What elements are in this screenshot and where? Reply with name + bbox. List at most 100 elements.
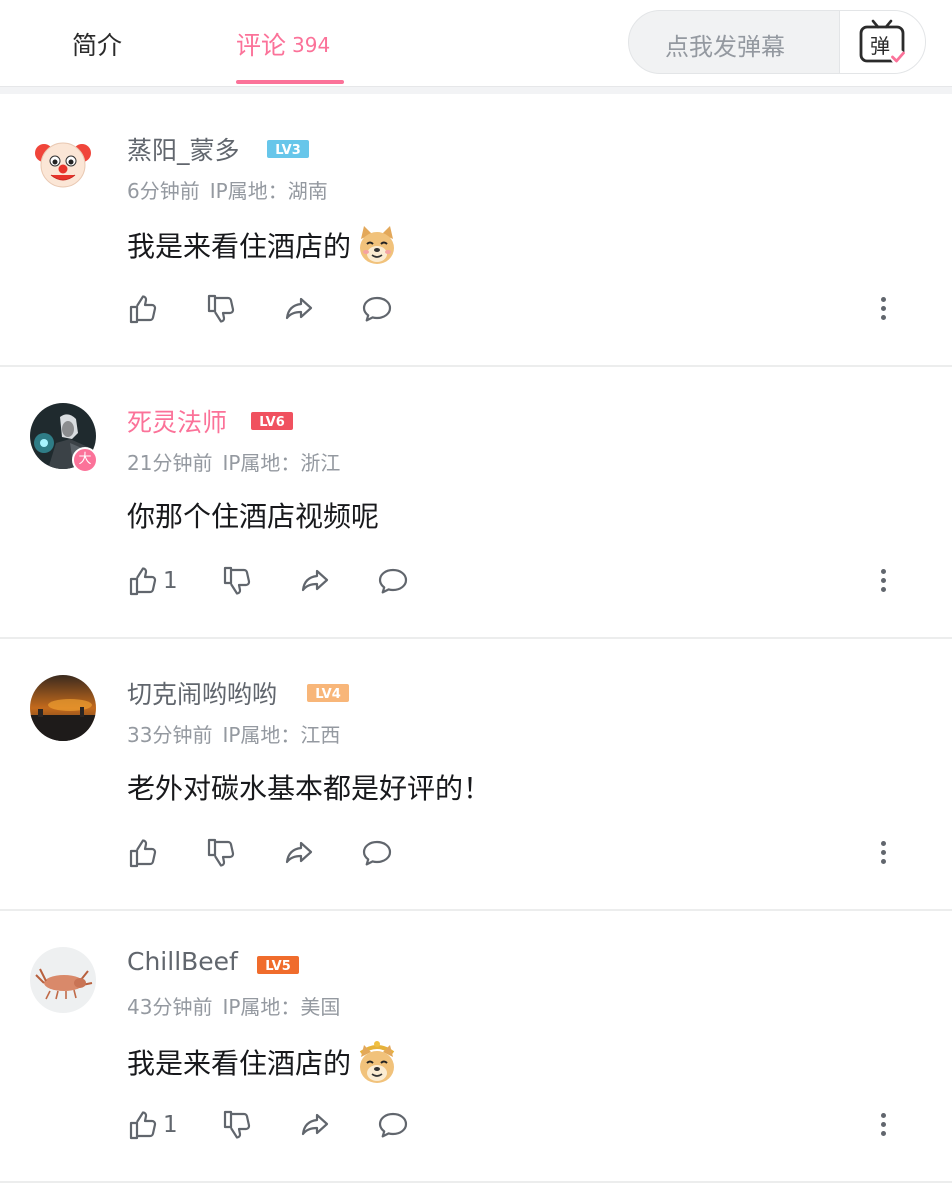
lobster-avatar: [30, 947, 96, 1013]
thumb-down-icon: [207, 294, 235, 323]
thumb-up-icon: [129, 1111, 157, 1140]
comment-item: 切克闹哟哟哟 LV4 33分钟前 IP属地：江西 老外对碳水基本都是好评的！: [0, 639, 952, 911]
like-button[interactable]: [127, 835, 163, 871]
like-count: 1: [163, 1112, 178, 1138]
svg-text:LV6: LV6: [259, 415, 285, 430]
comment-text: 你那个住酒店视频呢: [127, 495, 379, 535]
reply-button[interactable]: [361, 291, 393, 327]
sunset-city-avatar: [30, 675, 96, 741]
share-button[interactable]: [299, 1107, 331, 1143]
comment-item: 大 死灵法师 LV6 21分钟前 IP属地：浙江 你那个住酒店视频呢 1: [0, 367, 952, 639]
ip-location: IP属地：湖南: [209, 179, 328, 203]
level-badge-icon: LV3: [267, 140, 309, 158]
like-button[interactable]: [127, 291, 163, 327]
reply-button[interactable]: [361, 835, 393, 871]
comment-time: 43分钟前: [127, 995, 213, 1019]
avatar[interactable]: [30, 131, 96, 197]
more-vertical-icon[interactable]: [873, 291, 893, 327]
danmaku-toggle-button[interactable]: 弹: [840, 11, 925, 73]
svg-text:LV5: LV5: [265, 959, 291, 974]
share-icon: [301, 1113, 329, 1136]
more-vertical-icon[interactable]: [873, 1107, 893, 1143]
doge-monkey-king-emoji-icon: [359, 1041, 395, 1083]
comment-time: 21分钟前: [127, 451, 213, 475]
svg-text:弹: 弹: [870, 34, 890, 58]
comment-meta: 33分钟前 IP属地：江西: [127, 719, 340, 748]
tab-comments-count: 394: [292, 33, 331, 57]
share-icon: [285, 297, 313, 320]
comment-actions: 1: [127, 1107, 927, 1147]
active-tab-indicator: [236, 80, 344, 84]
tab-comments-label: 评论: [236, 31, 287, 60]
thumb-down-icon: [223, 1110, 251, 1139]
like-button[interactable]: 1: [127, 563, 178, 599]
avatar[interactable]: [30, 675, 96, 741]
comment-item: 蒸阳_蒙多 LV3 6分钟前 IP属地：湖南 我是来看住酒店的: [0, 95, 952, 367]
thumb-down-icon: [207, 838, 235, 867]
username[interactable]: 死灵法师: [127, 403, 227, 439]
danmaku-input[interactable]: 点我发弹幕 弹: [628, 10, 926, 74]
comment-meta: 6分钟前 IP属地：湖南: [127, 175, 328, 204]
username[interactable]: 切克闹哟哟哟: [127, 675, 277, 711]
dislike-button[interactable]: [205, 835, 237, 871]
comment-text: 我是来看住酒店的: [127, 223, 399, 267]
comment-text: 我是来看住酒店的: [127, 1039, 399, 1085]
comment-content: 老外对碳水基本都是好评的！: [127, 772, 492, 805]
reply-bubble-icon: [378, 1112, 408, 1138]
comment-item: ChillBeef LV5 43分钟前 IP属地：美国 我是来看住酒店的 1: [0, 911, 952, 1183]
ip-location: IP属地：浙江: [222, 451, 341, 475]
comment-time: 33分钟前: [127, 723, 213, 747]
avatar[interactable]: [30, 947, 96, 1013]
reply-button[interactable]: [377, 563, 409, 599]
thumb-up-icon: [129, 295, 157, 324]
reply-bubble-icon: [362, 840, 392, 866]
thumb-down-icon: [223, 566, 251, 595]
ip-location: IP属地：美国: [222, 995, 341, 1019]
danmaku-tv-icon: 弹: [859, 19, 906, 65]
like-button[interactable]: 1: [127, 1107, 178, 1143]
username[interactable]: ChillBeef: [127, 947, 238, 976]
thumb-up-icon: [129, 839, 157, 868]
doge-emoji-icon: [360, 226, 395, 264]
level-badge-icon: LV4: [307, 684, 349, 702]
svg-text:LV3: LV3: [275, 143, 301, 158]
comment-text: 老外对碳水基本都是好评的！: [127, 767, 491, 807]
share-button[interactable]: [283, 835, 315, 871]
comment-time: 6分钟前: [127, 179, 200, 203]
share-button[interactable]: [283, 291, 315, 327]
dislike-button[interactable]: [221, 1107, 253, 1143]
dislike-button[interactable]: [205, 291, 237, 327]
reply-bubble-icon: [378, 568, 408, 594]
comment-actions: [127, 835, 927, 875]
more-vertical-icon[interactable]: [873, 835, 893, 871]
comment-actions: 1: [127, 563, 927, 603]
svg-text:LV4: LV4: [315, 687, 341, 702]
share-button[interactable]: [299, 563, 331, 599]
vip-badge: 大: [72, 447, 98, 473]
level-badge-icon: LV5: [257, 956, 299, 974]
reply-bubble-icon: [362, 296, 392, 322]
share-icon: [285, 841, 313, 864]
comment-content: 你那个住酒店视频呢: [127, 500, 380, 533]
tab-intro[interactable]: 简介: [72, 26, 122, 62]
tab-comments[interactable]: 评论 394: [236, 26, 330, 62]
username[interactable]: 蒸阳_蒙多: [127, 131, 240, 167]
comment-meta: 21分钟前 IP属地：浙江: [127, 447, 340, 476]
danmaku-placeholder: 点我发弹幕: [665, 33, 785, 61]
tab-bar: 简介 评论 394 点我发弹幕 弹: [0, 0, 952, 86]
tabbar-separator: [0, 86, 952, 94]
ip-location: IP属地：江西: [222, 723, 341, 747]
comment-content: 我是来看住酒店的: [127, 1047, 352, 1080]
comment-content: 我是来看住酒店的: [127, 230, 352, 263]
comment-meta: 43分钟前 IP属地：美国: [127, 991, 340, 1020]
comment-actions: [127, 291, 927, 331]
clown-emoji-avatar: [30, 131, 96, 197]
share-icon: [301, 569, 329, 592]
like-count: 1: [163, 568, 178, 594]
more-vertical-icon[interactable]: [873, 563, 893, 599]
comment-divider: [0, 1181, 952, 1183]
thumb-up-icon: [129, 567, 157, 596]
dislike-button[interactable]: [221, 563, 253, 599]
reply-button[interactable]: [377, 1107, 409, 1143]
level-badge-icon: LV6: [251, 412, 293, 430]
